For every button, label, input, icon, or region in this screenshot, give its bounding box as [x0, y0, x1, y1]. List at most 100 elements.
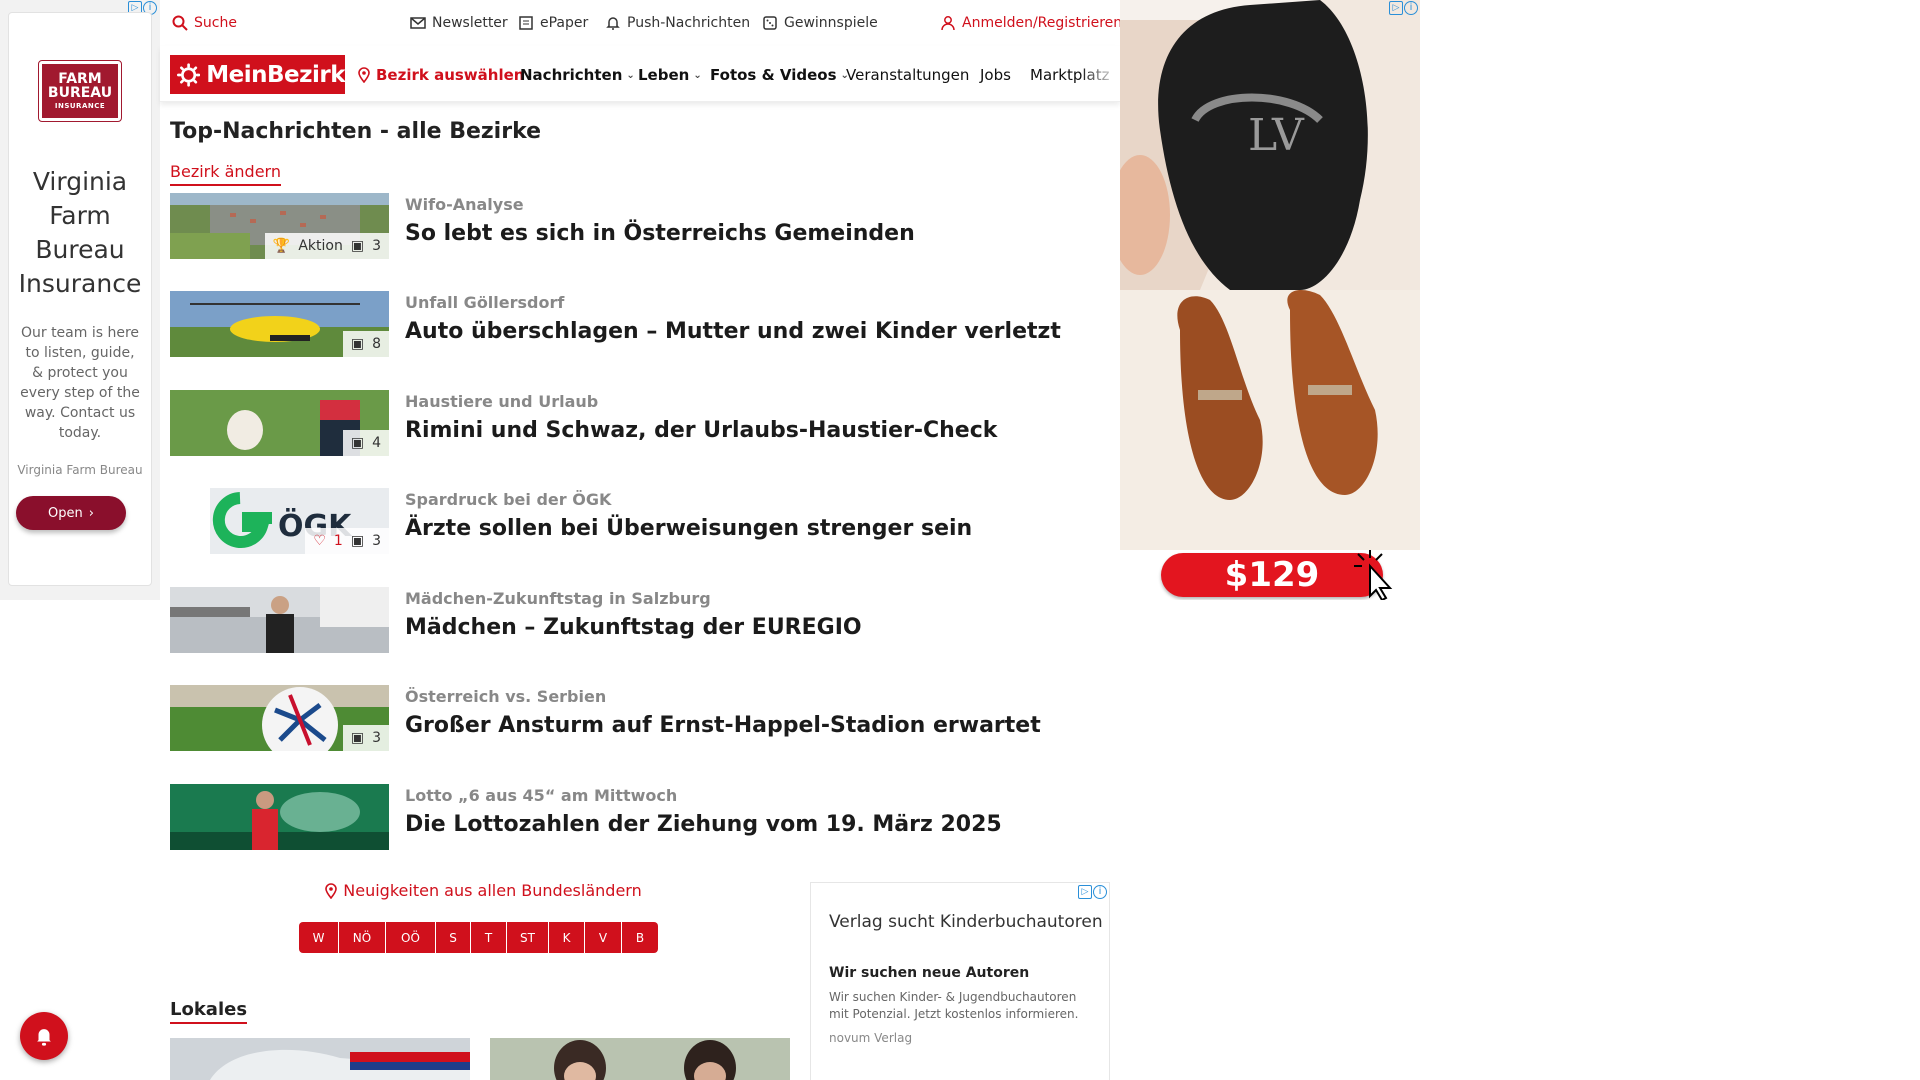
- push-notifications-link[interactable]: Push-Nachrichten: [605, 15, 750, 31]
- inline-ad[interactable]: ▷ i Verlag sucht Kinderbuchautoren Wir su…: [810, 882, 1110, 1080]
- article-thumbnail[interactable]: ▣ 3: [170, 685, 389, 751]
- left-ad-brand: Virginia Farm Bureau: [17, 463, 143, 477]
- article-kicker: Mädchen-Zukunftstag in Salzburg: [405, 589, 711, 608]
- svg-text:LV: LV: [1248, 110, 1305, 161]
- states-section-title[interactable]: Neuigkeiten aus allen Bundesländern: [320, 881, 645, 900]
- media-badge: 🏆 Aktion ▣ 3: [264, 233, 389, 259]
- user-icon: [941, 16, 955, 31]
- gallery-icon: ▣: [350, 533, 365, 549]
- left-ad-banner[interactable]: ▷ i FARM BUREAU INSURANCE Virginia Farm B…: [0, 0, 160, 600]
- inline-ad-subtitle: Wir suchen neue Autoren: [829, 965, 1030, 981]
- lokales-thumbnail[interactable]: [170, 1038, 470, 1080]
- article-thumbnail[interactable]: [170, 587, 389, 653]
- article-headline[interactable]: Großer Ansturm auf Ernst-Happel-Stadion …: [405, 713, 1041, 738]
- inline-ad-brand: novum Verlag: [829, 1031, 913, 1045]
- state-button[interactable]: V: [585, 922, 622, 953]
- media-badge: ♡ 1 ▣ 3: [305, 528, 389, 554]
- right-ad-banner[interactable]: LV ▷ i $129: [1120, 0, 1420, 600]
- inline-ad-description: Wir suchen Kinder- & Jugendbuchautoren m…: [829, 990, 1079, 1021]
- article-kicker: Spardruck bei der ÖGK: [405, 490, 612, 509]
- trophy-icon: 🏆: [272, 238, 291, 254]
- nav-veranstaltungen[interactable]: Veranstaltungen: [846, 66, 969, 84]
- state-button[interactable]: B: [622, 922, 658, 953]
- page-title: Top-Nachrichten - alle Bezirke: [170, 119, 542, 144]
- meinbezirk-logo[interactable]: MeinBezirk: [170, 55, 345, 94]
- district-select[interactable]: Bezirk auswählen: [356, 66, 524, 84]
- ad-choices-icon[interactable]: ▷ i: [1389, 1, 1418, 15]
- article-kicker: Wifo-Analyse: [405, 195, 524, 214]
- article-item[interactable]: ▣ 8 Unfall Göllersdorf Auto überschlagen …: [170, 291, 1110, 357]
- newspaper-icon: [519, 16, 533, 30]
- article-item[interactable]: Mädchen-Zukunftstag in Salzburg Mädchen …: [170, 587, 1110, 653]
- state-button[interactable]: OÖ: [386, 922, 436, 953]
- ad-choices-icon[interactable]: ▷ i: [1078, 885, 1107, 899]
- article-thumbnail[interactable]: ▣ 8: [170, 291, 389, 357]
- state-button[interactable]: ST: [507, 922, 549, 953]
- article-headline[interactable]: Ärzte sollen bei Überweisungen strenger …: [405, 516, 972, 541]
- nav-fotos-videos[interactable]: Fotos & Videos ⌄: [710, 66, 849, 84]
- article-kicker: Lotto „6 aus 45“ am Mittwoch: [405, 786, 678, 805]
- nav-leben[interactable]: Leben ⌄: [638, 66, 702, 84]
- chevron-down-icon: ⌄: [693, 69, 702, 81]
- state-button[interactable]: T: [471, 922, 507, 953]
- mail-icon: [410, 17, 426, 29]
- dice-icon: [763, 16, 777, 30]
- state-button[interactable]: K: [549, 922, 585, 953]
- article-headline[interactable]: So lebt es sich in Österreichs Gemeinden: [405, 221, 915, 246]
- bell-icon: [37, 1029, 51, 1046]
- inline-ad-title: Verlag sucht Kinderbuchautoren: [829, 912, 1103, 932]
- nav-nachrichten[interactable]: Nachrichten ⌄: [520, 66, 635, 84]
- farm-bureau-logo: FARM BUREAU INSURANCE: [38, 60, 122, 122]
- article-headline[interactable]: Mädchen – Zukunftstag der EUREGIO: [405, 615, 862, 640]
- article-thumbnail[interactable]: ▣ 4: [170, 390, 389, 456]
- chevron-right-icon: ›: [88, 505, 94, 521]
- media-badge: ▣ 4: [342, 430, 389, 456]
- media-badge: ▣ 3: [342, 725, 389, 751]
- login-link[interactable]: Anmelden/Registrieren: [940, 15, 1122, 31]
- nav-fade: [1080, 46, 1120, 101]
- chevron-down-icon: ⌄: [626, 69, 635, 81]
- lokales-heading[interactable]: Lokales: [170, 999, 248, 1024]
- nav-jobs[interactable]: Jobs: [980, 66, 1011, 84]
- heart-icon: ♡: [313, 533, 326, 549]
- article-headline[interactable]: Auto überschlagen – Mutter und zwei Kind…: [405, 319, 1061, 344]
- article-thumbnail[interactable]: [170, 784, 389, 850]
- change-district-link[interactable]: Bezirk ändern: [170, 162, 281, 186]
- article-thumbnail[interactable]: ÖGK ♡ 1 ▣ 3: [170, 488, 389, 554]
- gallery-icon: ▣: [350, 336, 365, 352]
- article-item[interactable]: ▣ 3 Österreich vs. Serbien Großer Ansturm…: [170, 685, 1110, 751]
- gallery-icon: ▣: [350, 730, 365, 746]
- article-kicker: Haustiere und Urlaub: [405, 392, 599, 411]
- article-item[interactable]: ▣ 4 Haustiere und Urlaub Rimini und Schwa…: [170, 390, 1110, 456]
- article-kicker: Österreich vs. Serbien: [405, 687, 607, 706]
- left-ad-body: Our team is here to listen, guide, & pro…: [20, 325, 140, 441]
- sun-logo-icon: [177, 62, 201, 87]
- gallery-icon: ▣: [350, 435, 365, 451]
- article-item[interactable]: ÖGK ♡ 1 ▣ 3 Spardruck bei der ÖGK Ärzte so…: [170, 488, 1110, 554]
- main-content: Suche Newsletter ePaper Push-Nachrichten…: [160, 0, 1122, 1080]
- notification-bell-button[interactable]: [20, 1012, 68, 1060]
- article-headline[interactable]: Die Lottozahlen der Ziehung vom 19. März…: [405, 812, 1002, 837]
- search-link[interactable]: Suche: [172, 15, 237, 31]
- state-button[interactable]: W: [299, 922, 339, 953]
- article-kicker: Unfall Göllersdorf: [405, 293, 565, 312]
- main-navigation: MeinBezirk Bezirk auswählen Nachrichten ⌄…: [160, 46, 1120, 102]
- bell-icon: [606, 17, 620, 30]
- search-icon: [172, 15, 188, 31]
- article-item[interactable]: Lotto „6 aus 45“ am Mittwoch Die Lottoza…: [170, 784, 1110, 850]
- epaper-link[interactable]: ePaper: [518, 15, 588, 31]
- location-pin-icon: [358, 67, 370, 83]
- cursor-click-icon: [1354, 550, 1393, 600]
- article-item[interactable]: 🏆 Aktion ▣ 3 Wifo-Analyse So lebt es sich …: [170, 193, 1110, 259]
- lokales-thumbnail[interactable]: [490, 1038, 790, 1080]
- location-pin-icon: [325, 882, 338, 899]
- newsletter-link[interactable]: Newsletter: [410, 15, 508, 31]
- gallery-icon: ▣: [350, 238, 365, 254]
- article-thumbnail[interactable]: 🏆 Aktion ▣ 3: [170, 193, 389, 259]
- left-ad-open-button[interactable]: Open ›: [16, 496, 126, 530]
- gewinnspiele-link[interactable]: Gewinnspiele: [762, 15, 878, 31]
- article-headline[interactable]: Rimini und Schwaz, der Urlaubs-Haustier-…: [405, 418, 997, 443]
- state-button[interactable]: S: [436, 922, 471, 953]
- state-button[interactable]: NÖ: [339, 922, 386, 953]
- loafer-shoes-image: LV: [1120, 0, 1420, 600]
